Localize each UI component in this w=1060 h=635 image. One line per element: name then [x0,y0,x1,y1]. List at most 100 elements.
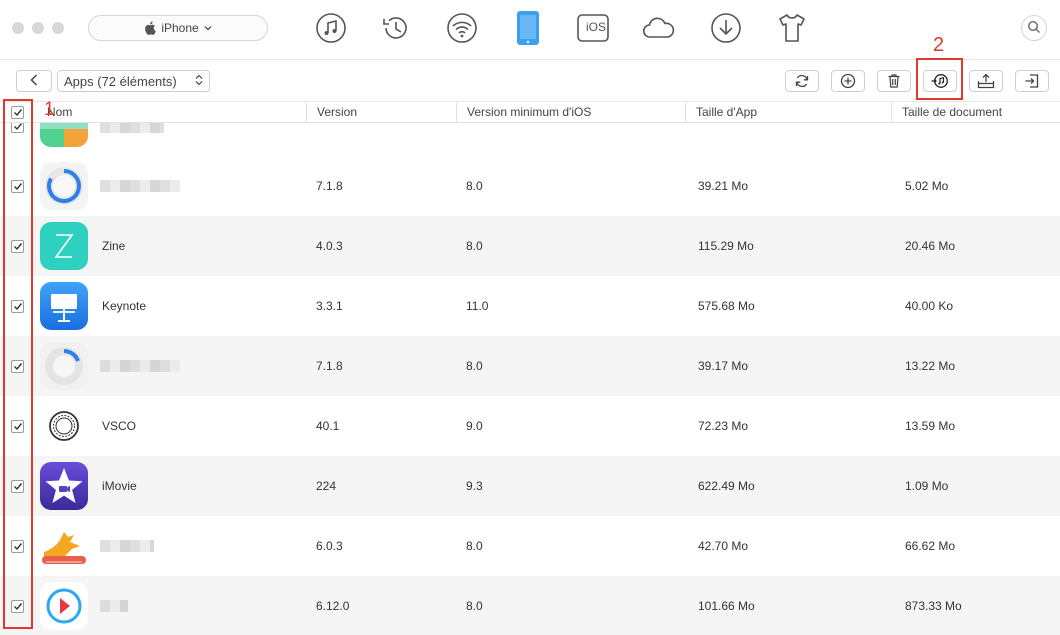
version-cell: 7.1.8 [316,359,343,373]
table-row[interactable]: Zine 4.0.3 8.0 115.29 Mo 20.46 Mo [0,216,1060,276]
download-icon[interactable] [708,10,744,46]
annotation-number-two: 2 [933,34,945,56]
history-icon[interactable] [378,10,414,46]
version-cell: 3.3.1 [316,299,343,313]
column-header-app-size[interactable]: Taille d'App [685,102,891,123]
table-row[interactable]: 6.0.3 8.0 42.70 Mo 66.62 Mo [0,516,1060,576]
min-ios-cell: 8.0 [466,239,483,253]
annotation-highlight-export [916,58,963,100]
version-cell: 7.1.8 [316,179,343,193]
app-name-redacted [100,123,164,133]
version-cell: 40.1 [316,419,340,433]
annotation-highlight-checkboxes [3,99,33,629]
app-size-cell: 575.68 Mo [698,299,755,313]
table-row[interactable]: iMovie 224 9.3 622.49 Mo 1.09 Mo [0,456,1060,516]
category-label: Apps (72 éléments) [64,73,177,89]
column-header-doc-size[interactable]: Taille de document [891,102,1060,123]
app-icon [40,582,88,630]
refresh-button[interactable] [785,70,819,92]
doc-size-cell: 873.33 Mo [905,599,962,613]
app-size-cell: 622.49 Mo [698,479,755,493]
apple-icon [144,21,157,35]
min-ios-cell: 8.0 [466,539,483,553]
music-icon[interactable] [313,10,349,46]
export-to-device-button[interactable] [1015,70,1049,92]
min-ios-cell: 8.2 [466,123,483,153]
doc-size-cell: 20.46 Mo [905,239,956,253]
keynote-app-icon [40,282,88,330]
min-ios-cell: 8.0 [466,359,483,373]
cloud-icon[interactable] [641,10,677,46]
table-row[interactable]: Keynote 3.3.1 11.0 575.68 Mo 40.00 Ko [0,276,1060,336]
ios-transfer-icon[interactable]: iOS [575,10,611,46]
column-header-version[interactable]: Version [306,102,456,123]
app-size-cell: 115.29 Mo [698,239,754,253]
doc-size-cell: 40.00 Ko [905,299,954,313]
back-button[interactable] [16,70,52,92]
close-window-button[interactable] [12,22,24,34]
add-button[interactable] [831,70,865,92]
doc-size-cell: 1.56 Mo [905,123,948,153]
trash-icon [887,73,901,89]
app-size-cell: 39.21 Mo [698,179,749,193]
ios-transfer-label: iOS [586,20,607,34]
doc-size-cell: 5.02 Mo [905,179,949,193]
doc-size-cell: 13.59 Mo [905,419,956,433]
minimize-window-button[interactable] [32,22,44,34]
app-name-redacted [100,180,180,192]
maximize-window-button[interactable] [52,22,64,34]
wifi-icon[interactable] [444,10,480,46]
column-header-min-ios[interactable]: Version minimum d'iOS [456,102,685,123]
version-cell: 6.0.3 [316,539,343,553]
imovie-app-icon [40,462,88,510]
app-name-redacted [100,540,154,552]
category-select[interactable]: Apps (72 éléments) [57,70,210,92]
annotation-number-one: 1 [44,99,55,120]
chevron-left-icon [30,73,38,89]
version-cell: 4.0.3 [316,239,343,253]
app-icon [40,342,88,390]
search-icon [1027,20,1041,37]
delete-button[interactable] [877,70,911,92]
column-header-name[interactable]: Nom [37,102,306,123]
doc-size-cell: 13.22 Mo [905,359,956,373]
app-size-cell: 101.66 Mo [698,599,755,613]
up-down-chevron-icon [195,74,203,89]
table-row[interactable]: 6.12.0 8.0 101.66 Mo 873.33 Mo [0,576,1060,635]
app-name-cell: Keynote [102,299,147,313]
table-row[interactable]: 7.1.8 8.0 39.17 Mo 13.22 Mo [0,336,1060,396]
min-ios-cell: 9.0 [466,419,483,433]
app-size-cell: 40.63 Mo [698,123,748,153]
phone-icon[interactable] [510,10,546,46]
app-name-redacted [100,600,128,612]
min-ios-cell: 8.0 [466,599,483,613]
device-name: iPhone [161,21,199,35]
device-selector[interactable]: iPhone [88,15,268,41]
app-size-cell: 42.70 Mo [698,539,749,553]
app-size-cell: 72.23 Mo [698,419,749,433]
app-icon [40,123,88,147]
toolbar: Apps (72 éléments) [0,61,1060,101]
table-row[interactable]: 7.1.8 8.0 39.21 Mo 5.02 Mo [0,156,1060,216]
refresh-icon [794,73,810,89]
export-to-computer-button[interactable] [969,70,1003,92]
vsco-app-icon [40,402,88,450]
app-name-cell: iMovie [102,479,137,493]
version-cell: 224 [316,479,337,493]
sign-in-icon [1024,73,1040,89]
doc-size-cell: 1.09 Mo [905,479,949,493]
app-icon [40,162,88,210]
app-name-cell: Zine [102,239,126,253]
search-button[interactable] [1021,15,1047,41]
doc-size-cell: 66.62 Mo [905,539,956,553]
title-bar: iPhone iOS [0,0,1060,60]
shirt-icon[interactable] [774,10,810,46]
table-header: Nom Version Version minimum d'iOS Taille… [0,101,1060,123]
app-size-cell: 39.17 Mo [698,359,749,373]
version-cell: 2.6.1 [316,123,343,153]
table-row[interactable]: 2.6.1 8.2 40.63 Mo 1.56 Mo [0,123,1060,153]
app-name-redacted [100,360,180,372]
table-row[interactable]: VSCO 40.1 9.0 72.23 Mo 13.59 Mo [0,396,1060,456]
app-icon [40,522,88,570]
min-ios-cell: 11.0 [466,299,489,313]
